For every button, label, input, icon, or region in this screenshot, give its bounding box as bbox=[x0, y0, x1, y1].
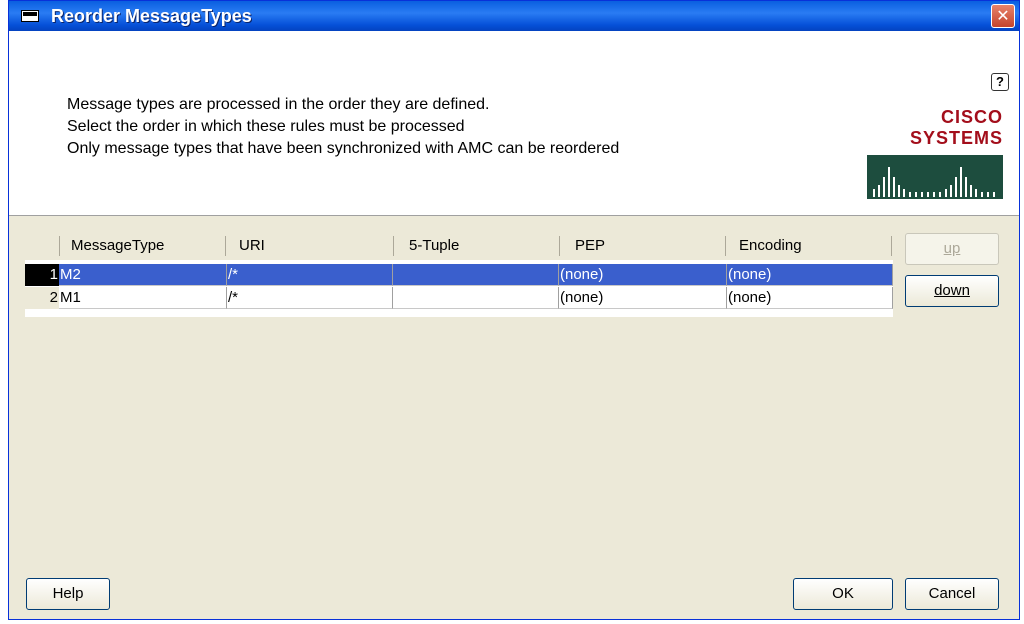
down-button-label: down bbox=[934, 282, 970, 299]
logo-text: CISCO SYSTEMS bbox=[909, 107, 1003, 148]
description-line: Only message types that have been synchr… bbox=[67, 140, 620, 157]
cancel-button-label: Cancel bbox=[928, 585, 976, 602]
help-button-label: Help bbox=[52, 585, 84, 602]
cell-5-tuple[interactable] bbox=[393, 287, 559, 309]
description-line: Select the order in which these rules mu… bbox=[67, 118, 465, 135]
cell-5-tuple[interactable] bbox=[393, 264, 559, 286]
cell-encoding[interactable]: (none) bbox=[727, 287, 893, 309]
close-button[interactable]: ✕ bbox=[991, 4, 1015, 28]
cell-messagetype[interactable]: M2 bbox=[59, 264, 227, 286]
ok-button[interactable]: OK bbox=[793, 578, 893, 610]
dialog-header: ? Message types are processed in the ord… bbox=[9, 31, 1019, 216]
row-number: 2 bbox=[25, 287, 59, 309]
cell-uri[interactable]: /* bbox=[227, 264, 393, 286]
cisco-bars-icon bbox=[867, 155, 1003, 199]
message-types-table: MessageType URI 5-Tuple PEP Encoding 1 M… bbox=[25, 232, 893, 317]
up-button[interactable]: up bbox=[905, 233, 999, 265]
ok-button-label: OK bbox=[832, 585, 854, 602]
header-separator bbox=[59, 236, 60, 256]
cisco-logo: CISCO SYSTEMS bbox=[867, 107, 1003, 205]
window-title: Reorder MessageTypes bbox=[51, 6, 252, 26]
cell-pep[interactable]: (none) bbox=[559, 287, 727, 309]
header-separator bbox=[891, 236, 892, 256]
table-row[interactable]: 1 M2 /* (none) (none) bbox=[25, 264, 893, 286]
column-header-messagetype[interactable]: MessageType bbox=[71, 232, 164, 260]
description: Message types are processed in the order… bbox=[67, 94, 619, 160]
column-header-5-tuple[interactable]: 5-Tuple bbox=[409, 232, 459, 260]
header-separator bbox=[393, 236, 394, 256]
table-header: MessageType URI 5-Tuple PEP Encoding bbox=[25, 232, 893, 260]
header-separator bbox=[559, 236, 560, 256]
row-number: 1 bbox=[25, 264, 59, 286]
header-separator bbox=[725, 236, 726, 256]
title-bar[interactable]: Reorder MessageTypes ✕ bbox=[9, 1, 1019, 31]
column-header-encoding[interactable]: Encoding bbox=[739, 232, 802, 260]
table-row[interactable]: 2 M1 /* (none) (none) bbox=[25, 287, 893, 309]
header-separator bbox=[225, 236, 226, 256]
help-button[interactable]: Help bbox=[26, 578, 110, 610]
description-line: Message types are processed in the order… bbox=[67, 96, 490, 113]
help-icon[interactable]: ? bbox=[991, 73, 1009, 91]
down-button[interactable]: down bbox=[905, 275, 999, 307]
up-button-label: up bbox=[943, 240, 961, 257]
cell-pep[interactable]: (none) bbox=[559, 264, 727, 286]
column-header-uri[interactable]: URI bbox=[239, 232, 265, 260]
app-icon bbox=[21, 10, 39, 22]
cancel-button[interactable]: Cancel bbox=[905, 578, 999, 610]
reorder-dialog: Reorder MessageTypes ✕ ? Message types a… bbox=[8, 0, 1020, 620]
column-header-pep[interactable]: PEP bbox=[575, 232, 605, 260]
cell-encoding[interactable]: (none) bbox=[727, 264, 893, 286]
cell-messagetype[interactable]: M1 bbox=[59, 287, 227, 309]
cell-uri[interactable]: /* bbox=[227, 287, 393, 309]
